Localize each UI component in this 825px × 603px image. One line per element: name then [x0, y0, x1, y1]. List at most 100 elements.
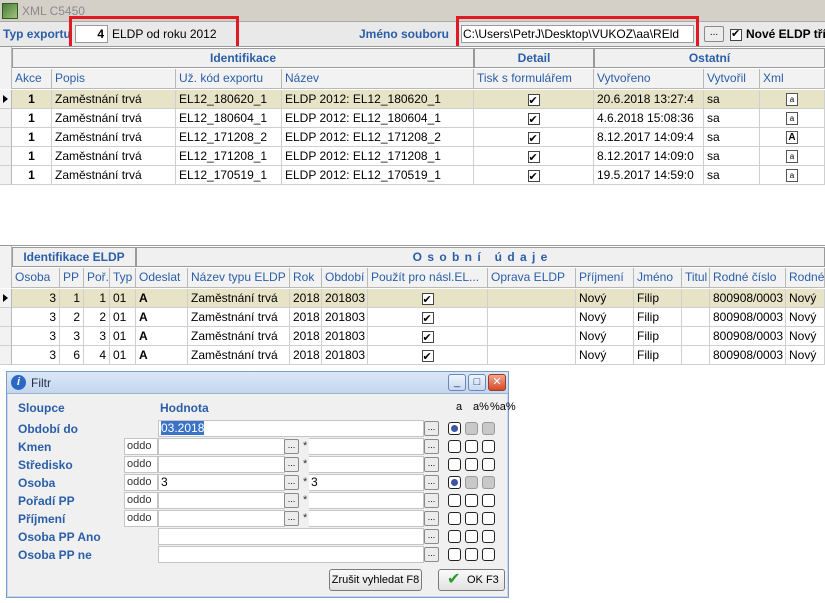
cell-oprava[interactable] [488, 289, 576, 308]
row-indicator[interactable] [0, 128, 12, 147]
match-mode-prefix-option[interactable] [465, 494, 478, 507]
minimize-button[interactable]: _ [448, 374, 466, 391]
new-eldp-checkbox[interactable] [730, 27, 742, 41]
cell-osoba[interactable]: 3 [12, 289, 60, 308]
cell-odeslat[interactable]: A [136, 289, 188, 308]
row-indicator[interactable] [0, 346, 12, 365]
ok-button[interactable]: ✔ OK F3 [438, 569, 505, 591]
cell-rok[interactable]: 2018 [290, 327, 322, 346]
cell-vytvoril[interactable]: sa [704, 128, 760, 147]
browse-button[interactable]: ... [704, 26, 724, 42]
filter-value-to[interactable] [309, 492, 424, 509]
match-mode-exact-option[interactable] [448, 476, 461, 489]
col-rodne[interactable]: Rodné [786, 268, 825, 288]
cancel-search-button[interactable]: Zrušit vyhledat F8 [329, 569, 422, 591]
cell-kod[interactable]: EL12_170519_1 [176, 166, 282, 185]
cell-typ[interactable]: 01 [110, 346, 136, 365]
cell-akce[interactable]: 1 [12, 128, 52, 147]
row-indicator[interactable] [0, 289, 12, 308]
xml-file-icon[interactable]: a [786, 169, 798, 183]
cell-rc[interactable]: 800908/0003 [710, 346, 786, 365]
cell-rc[interactable]: 800908/0003 [710, 289, 786, 308]
close-button[interactable]: ✕ [488, 374, 506, 391]
cell-odeslat[interactable]: A [136, 327, 188, 346]
filter-lookup-button[interactable]: ... [424, 475, 439, 490]
cell-vytvoreno[interactable]: 8.12.2017 14:09:0 [594, 147, 704, 166]
filter-value[interactable] [158, 546, 424, 563]
col-prijmeni[interactable]: Příjmení [576, 268, 634, 288]
cell-pouzit[interactable] [368, 289, 488, 308]
print-form-checkbox[interactable] [527, 130, 540, 146]
cell-nazev_typu[interactable]: Zaměstnání trvá [188, 327, 290, 346]
cell-obdobi[interactable]: 201803 [322, 327, 368, 346]
match-mode-contains-option[interactable] [482, 530, 495, 543]
cell-obdobi[interactable]: 201803 [322, 308, 368, 327]
cell-rodne[interactable]: Nový [786, 346, 825, 365]
match-mode-prefix-option[interactable] [465, 530, 478, 543]
cell-nazev[interactable]: ELDP 2012: EL12_171208_2 [282, 128, 474, 147]
cell-typ[interactable]: 01 [110, 289, 136, 308]
cell-rc[interactable]: 800908/0003 [710, 327, 786, 346]
use-next-checkbox[interactable] [421, 291, 434, 307]
filter-value-from[interactable] [158, 492, 285, 509]
filter-lookup-button[interactable]: ... [424, 493, 439, 508]
cell-popis[interactable]: Zaměstnání trvá [52, 128, 176, 147]
cell-tisk[interactable] [474, 109, 594, 128]
match-mode-exact-option[interactable] [448, 530, 461, 543]
match-mode-prefix-option[interactable] [465, 548, 478, 561]
print-form-checkbox[interactable] [527, 111, 540, 127]
cell-xml[interactable]: a [760, 90, 825, 109]
cell-tisk[interactable] [474, 90, 594, 109]
col-tisk[interactable]: Tisk s formulářem [474, 69, 594, 89]
col-xml[interactable]: Xml [760, 69, 825, 89]
export-type-input[interactable]: 4 [75, 25, 108, 43]
filter-value-from[interactable] [158, 438, 285, 455]
cell-rodne[interactable]: Nový [786, 327, 825, 346]
row-indicator[interactable] [0, 90, 12, 109]
xml-file-icon[interactable]: a [786, 112, 798, 126]
cell-titul[interactable] [682, 327, 710, 346]
cell-pouzit[interactable] [368, 327, 488, 346]
cell-prijmeni[interactable]: Nový [576, 308, 634, 327]
cell-oprava[interactable] [488, 346, 576, 365]
table-row[interactable]: 1 Zaměstnání trvá EL12_171208_1 ELDP 2012: … [0, 147, 825, 166]
match-mode-prefix-option[interactable] [465, 512, 478, 525]
cell-vytvoril[interactable]: sa [704, 109, 760, 128]
col-obdobi[interactable]: Období [322, 268, 368, 288]
filter-value[interactable]: 03.2018 [158, 420, 424, 437]
match-mode-exact-option[interactable] [448, 458, 461, 471]
row-indicator[interactable] [0, 147, 12, 166]
table-row[interactable]: 1 Zaměstnání trvá EL12_180604_1 ELDP 2012: … [0, 109, 825, 128]
print-form-checkbox[interactable] [527, 168, 540, 184]
cell-jmeno[interactable]: Filip [634, 289, 682, 308]
filter-value-to[interactable]: 3 [309, 474, 424, 491]
cell-titul[interactable] [682, 346, 710, 365]
filter-lookup-button[interactable]: ... [424, 547, 439, 562]
cell-nazev_typu[interactable]: Zaměstnání trvá [188, 346, 290, 365]
cell-akce[interactable]: 1 [12, 109, 52, 128]
col-titul[interactable]: Titul [682, 268, 710, 288]
xml-file-icon[interactable]: A [786, 131, 798, 145]
cell-nazev[interactable]: ELDP 2012: EL12_170519_1 [282, 166, 474, 185]
cell-vytvoreno[interactable]: 4.6.2018 15:08:36 [594, 109, 704, 128]
col-rodne-cislo[interactable]: Rodné číslo [710, 268, 786, 288]
filter-value-to[interactable] [309, 438, 424, 455]
col-popis[interactable]: Popis [52, 69, 176, 89]
cell-nazev_typu[interactable]: Zaměstnání trvá [188, 308, 290, 327]
col-vytvoreno[interactable]: Vytvořeno [594, 69, 704, 89]
match-mode-contains-option[interactable] [482, 512, 495, 525]
col-osoba[interactable]: Osoba [12, 268, 60, 288]
filter-lookup-button[interactable]: ... [424, 457, 439, 472]
cell-xml[interactable]: a [760, 166, 825, 185]
filter-value-from[interactable] [158, 456, 285, 473]
cell-vytvoreno[interactable]: 19.5.2017 14:59:0 [594, 166, 704, 185]
cell-por[interactable]: 1 [84, 289, 110, 308]
cell-rok[interactable]: 2018 [290, 346, 322, 365]
print-form-checkbox[interactable] [527, 92, 540, 108]
col-jmeno[interactable]: Jméno [634, 268, 682, 288]
cell-popis[interactable]: Zaměstnání trvá [52, 90, 176, 109]
filename-input[interactable]: C:\Users\PetrJ\Desktop\VUKOZ\aa\REld [461, 25, 694, 43]
cell-jmeno[interactable]: Filip [634, 308, 682, 327]
cell-akce[interactable]: 1 [12, 90, 52, 109]
table-row[interactable]: 36401AZaměstnání trvá2018201803NovýFilip… [0, 346, 825, 365]
